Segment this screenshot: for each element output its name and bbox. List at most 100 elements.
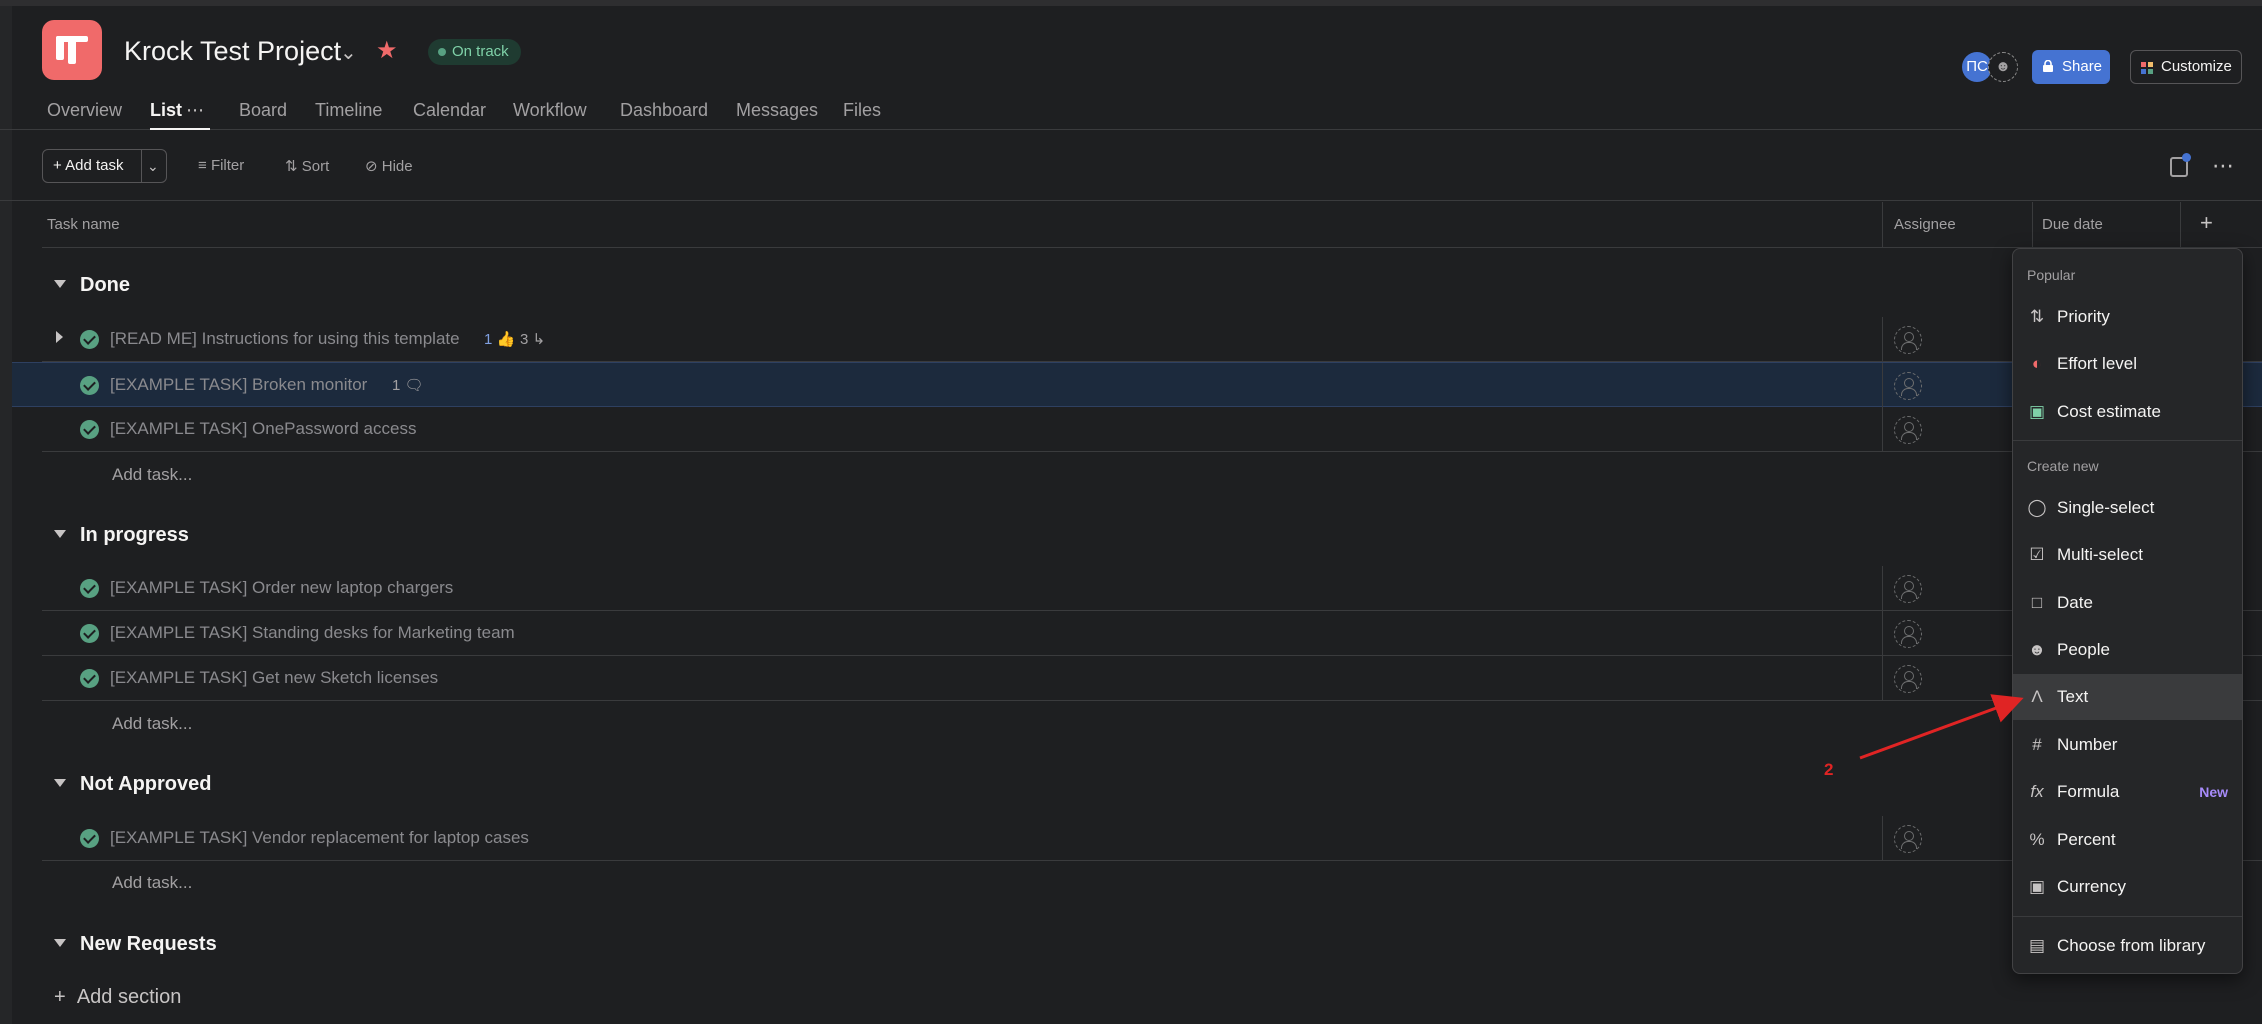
- tab-files[interactable]: Files: [843, 100, 881, 121]
- add-task-inline[interactable]: Add task...: [112, 714, 192, 734]
- assignee-placeholder-icon[interactable]: [1894, 620, 1922, 648]
- column-due-date[interactable]: Due date: [2042, 216, 2103, 233]
- section-header-done[interactable]: Done: [42, 274, 130, 297]
- menu-item-cost-estimate[interactable]: ▣ Cost estimate: [2013, 389, 2242, 435]
- column-assignee[interactable]: Assignee: [1894, 216, 1956, 233]
- table-row[interactable]: [EXAMPLE TASK] Vendor replacement for la…: [42, 816, 2262, 861]
- hide-button[interactable]: ⊘ Hide: [365, 157, 413, 175]
- customize-button[interactable]: Customize: [2130, 50, 2242, 84]
- menu-item-multi-select[interactable]: ☑ Multi-select: [2013, 532, 2242, 578]
- eye-off-icon: ⊘: [365, 158, 378, 175]
- new-badge: New: [2199, 784, 2228, 800]
- tab-board[interactable]: Board: [239, 100, 287, 121]
- annotation-arrow: [1859, 694, 2024, 760]
- table-row[interactable]: [EXAMPLE TASK] OnePassword access: [42, 407, 2262, 452]
- formula-icon: fx: [2030, 782, 2044, 801]
- assignee-placeholder-icon[interactable]: [1894, 575, 1922, 603]
- completed-check-icon[interactable]: [80, 829, 99, 848]
- menu-item-people[interactable]: ☻ People: [2013, 627, 2242, 673]
- completed-check-icon[interactable]: [80, 376, 99, 395]
- task-name[interactable]: [EXAMPLE TASK] Broken monitor: [110, 375, 367, 395]
- task-name[interactable]: [EXAMPLE TASK] Get new Sketch licenses: [110, 668, 438, 688]
- section-header-new-requests[interactable]: New Requests: [42, 933, 217, 956]
- assignee-placeholder-icon[interactable]: [1894, 665, 1922, 693]
- completed-check-icon[interactable]: [80, 420, 99, 439]
- add-task-inline[interactable]: Add task...: [112, 873, 192, 893]
- task-name[interactable]: [EXAMPLE TASK] Vendor replacement for la…: [110, 828, 529, 848]
- completed-check-icon[interactable]: [80, 579, 99, 598]
- caret-down-icon[interactable]: [54, 939, 66, 948]
- caret-down-icon[interactable]: [54, 530, 66, 539]
- caret-down-icon[interactable]: [54, 280, 66, 289]
- tab-messages[interactable]: Messages: [736, 100, 818, 121]
- add-member-icon[interactable]: ☻: [1988, 52, 2018, 82]
- assignee-placeholder-icon[interactable]: [1894, 416, 1922, 444]
- table-row-selected[interactable]: [EXAMPLE TASK] Broken monitor 1 🗨: [12, 362, 2262, 408]
- project-list-icon[interactable]: [42, 20, 102, 80]
- divider: [141, 150, 142, 182]
- section-header-not-approved[interactable]: Not Approved: [42, 773, 211, 796]
- menu-item-label: Formula: [2057, 782, 2120, 801]
- tab-workflow[interactable]: Workflow: [513, 100, 587, 121]
- menu-item-label: People: [2057, 640, 2110, 659]
- tab-calendar[interactable]: Calendar: [413, 100, 486, 121]
- currency-icon: ▣: [2028, 877, 2046, 896]
- tab-options-icon[interactable]: ⋯: [186, 100, 204, 121]
- more-icon[interactable]: ⋯: [2212, 153, 2236, 179]
- task-name[interactable]: [EXAMPLE TASK] Standing desks for Market…: [110, 623, 515, 643]
- menu-item-label: Percent: [2057, 830, 2116, 849]
- task-name[interactable]: [EXAMPLE TASK] Order new laptop chargers: [110, 578, 453, 598]
- menu-item-date[interactable]: □ Date: [2013, 580, 2242, 626]
- tab-dashboard[interactable]: Dashboard: [620, 100, 708, 121]
- add-field-menu: Popular ⇅ Priority ◐ Effort level ▣ Cost…: [2012, 248, 2243, 974]
- menu-item-priority[interactable]: ⇅ Priority: [2013, 294, 2242, 340]
- menu-item-text[interactable]: Λ Text: [2013, 674, 2242, 720]
- completed-check-icon[interactable]: [80, 330, 99, 349]
- caret-down-icon[interactable]: [54, 779, 66, 788]
- menu-item-label: Choose from library: [2057, 936, 2206, 955]
- add-task-button[interactable]: + Add task ⌄: [42, 149, 167, 183]
- menu-item-currency[interactable]: ▣ Currency: [2013, 864, 2242, 910]
- status-badge[interactable]: On track: [428, 39, 521, 65]
- menu-item-formula[interactable]: fx Formula New: [2013, 769, 2242, 815]
- menu-item-single-select[interactable]: ◯ Single-select: [2013, 485, 2242, 531]
- chevron-down-icon[interactable]: ⌄: [340, 40, 357, 65]
- menu-item-percent[interactable]: % Percent: [2013, 817, 2242, 863]
- completed-check-icon[interactable]: [80, 624, 99, 643]
- column-task-name[interactable]: Task name: [47, 216, 120, 233]
- subtask-count[interactable]: 3 ↳: [520, 330, 545, 348]
- customize-label: Customize: [2161, 58, 2232, 75]
- table-row[interactable]: [READ ME] Instructions for using this te…: [42, 317, 2262, 362]
- comment-count[interactable]: 1 🗨: [392, 376, 424, 394]
- filter-button[interactable]: ≡ Filter: [198, 157, 244, 174]
- divider: [1882, 566, 1883, 611]
- expand-icon[interactable]: [56, 331, 63, 343]
- sort-button[interactable]: ⇅ Sort: [285, 157, 329, 175]
- assignee-placeholder-icon[interactable]: [1894, 825, 1922, 853]
- likes-count[interactable]: 1 👍: [484, 330, 515, 348]
- tab-timeline[interactable]: Timeline: [315, 100, 382, 121]
- star-icon[interactable]: ★: [376, 36, 398, 65]
- task-name[interactable]: [EXAMPLE TASK] OnePassword access: [110, 419, 416, 439]
- section-header-in-progress[interactable]: In progress: [42, 524, 189, 547]
- task-name[interactable]: [READ ME] Instructions for using this te…: [110, 329, 460, 349]
- list-toolbar: + Add task ⌄ ≡ Filter ⇅ Sort ⊘ Hide ⋯: [0, 131, 2262, 201]
- add-field-icon[interactable]: +: [2200, 210, 2213, 236]
- share-button[interactable]: Share: [2032, 50, 2110, 84]
- menu-item-effort-level[interactable]: ◐ Effort level: [2013, 341, 2242, 387]
- tab-list[interactable]: List: [150, 100, 182, 121]
- menu-item-number[interactable]: # Number: [2013, 722, 2242, 768]
- assignee-placeholder-icon[interactable]: [1894, 372, 1922, 400]
- add-task-inline[interactable]: Add task...: [112, 465, 192, 485]
- tab-overview[interactable]: Overview: [47, 100, 122, 121]
- project-title[interactable]: Krock Test Project: [124, 36, 341, 67]
- table-row[interactable]: [EXAMPLE TASK] Standing desks for Market…: [42, 611, 2262, 656]
- annotation-number: 2: [1824, 760, 1834, 779]
- hash-icon: #: [2032, 735, 2042, 754]
- add-section-button[interactable]: + Add section: [54, 986, 181, 1009]
- menu-item-choose-from-library[interactable]: ▤ Choose from library: [2013, 923, 2242, 969]
- completed-check-icon[interactable]: [80, 669, 99, 688]
- chevron-down-icon[interactable]: ⌄: [147, 150, 159, 182]
- assignee-placeholder-icon[interactable]: [1894, 326, 1922, 354]
- table-row[interactable]: [EXAMPLE TASK] Order new laptop chargers: [42, 566, 2262, 611]
